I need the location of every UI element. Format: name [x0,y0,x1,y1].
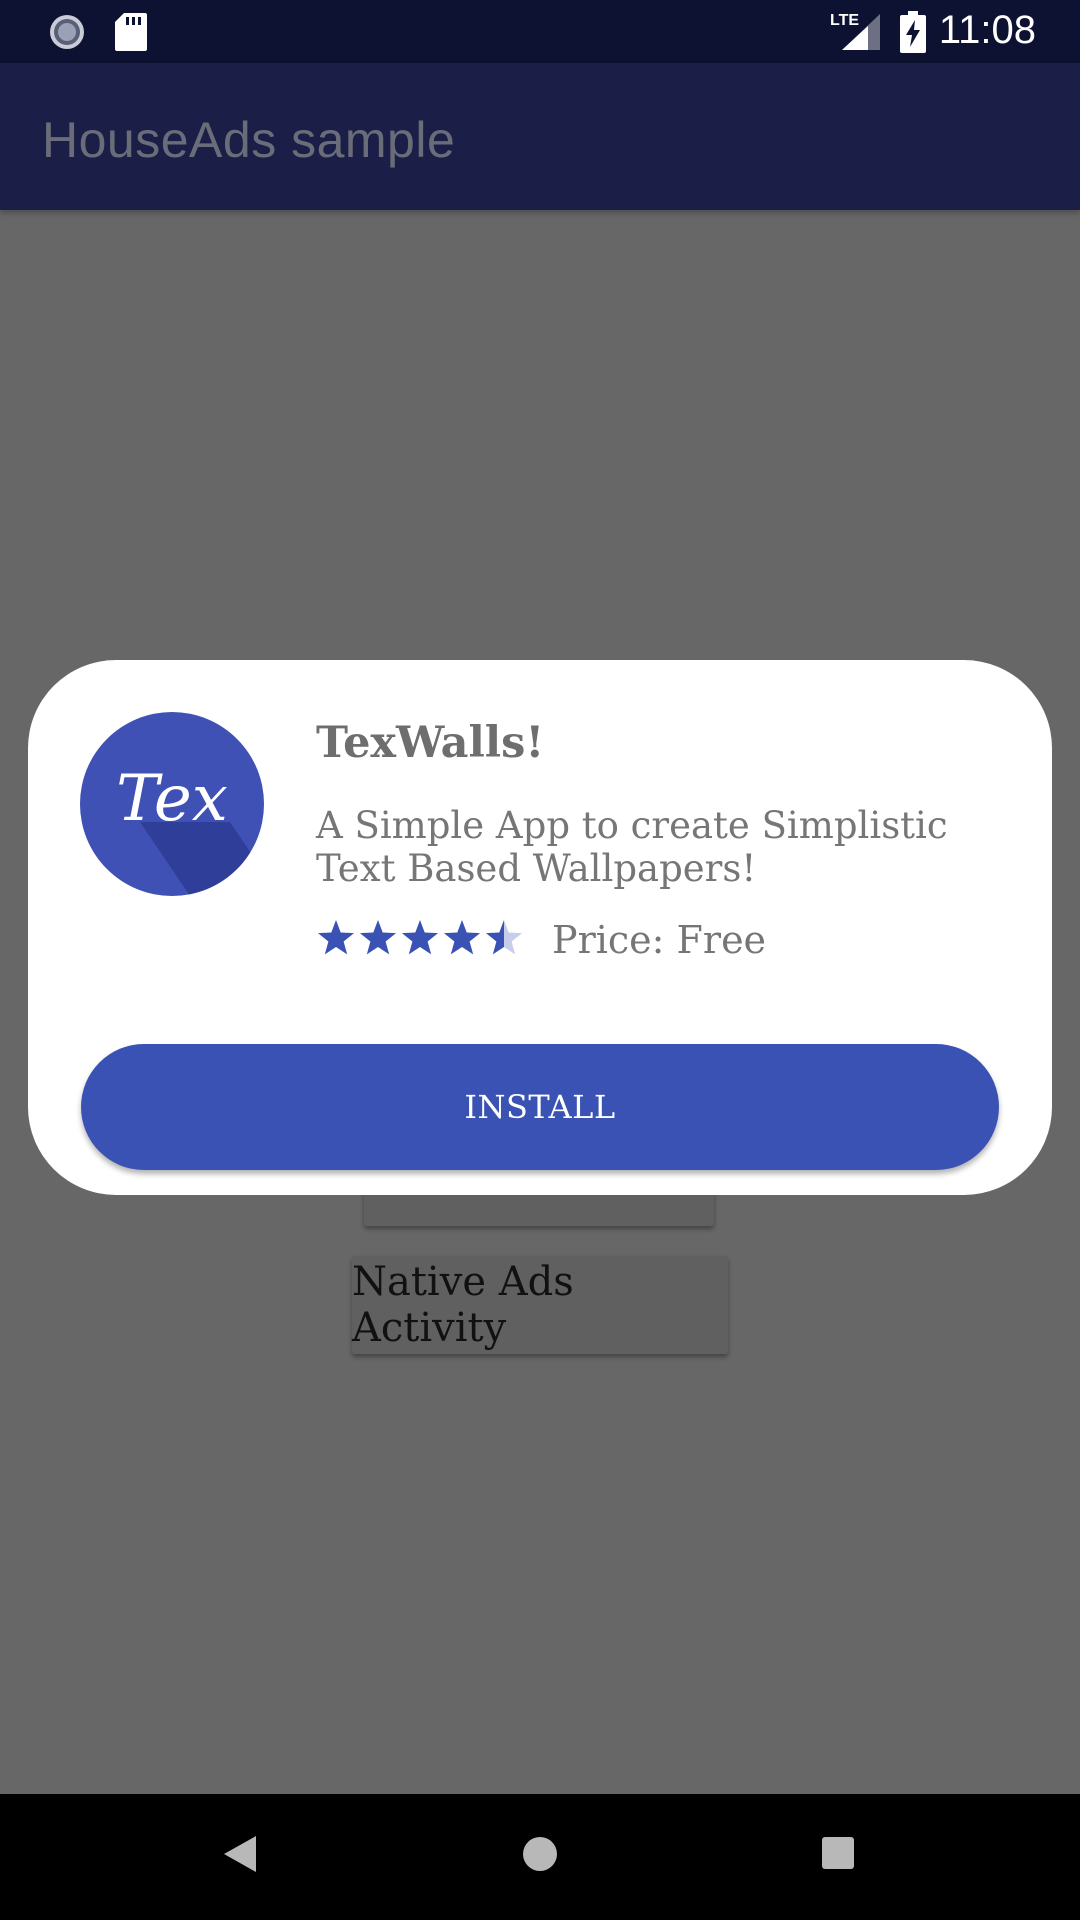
native-ads-activity-button[interactable]: Native Ads Activity [352,1256,728,1354]
battery-charging-icon [900,11,926,53]
app-bar: HouseAds sample [0,63,1080,210]
sd-card-icon [115,13,147,51]
rating-star [401,920,439,955]
signal-icon [842,14,880,50]
app-icon[interactable]: Tex [80,712,264,896]
app-icon-text: Tex [116,762,228,836]
rating-star [359,920,397,955]
rating-stars [317,920,523,955]
ad-app-description: A Simple App to create Simplistic Text B… [316,804,948,890]
status-time: 11:08 [938,8,1036,52]
rating-star [485,920,523,955]
status-bar: LTE 11:08 [0,0,1080,63]
ad-app-title: TexWalls! [316,718,545,768]
back-icon[interactable] [222,1834,258,1874]
install-button[interactable]: INSTALL [81,1044,999,1170]
navigation-bar [0,1794,1080,1920]
home-icon[interactable] [520,1834,560,1874]
loading-icon [50,15,84,49]
rating-star [317,920,355,955]
price-label: Price: Free [552,918,767,962]
recents-icon[interactable] [821,1836,855,1870]
house-ad-dialog: Tex TexWalls! A Simple App to create Sim… [28,660,1052,1195]
rating-star [443,920,481,955]
app-title: HouseAds sample [42,112,456,168]
